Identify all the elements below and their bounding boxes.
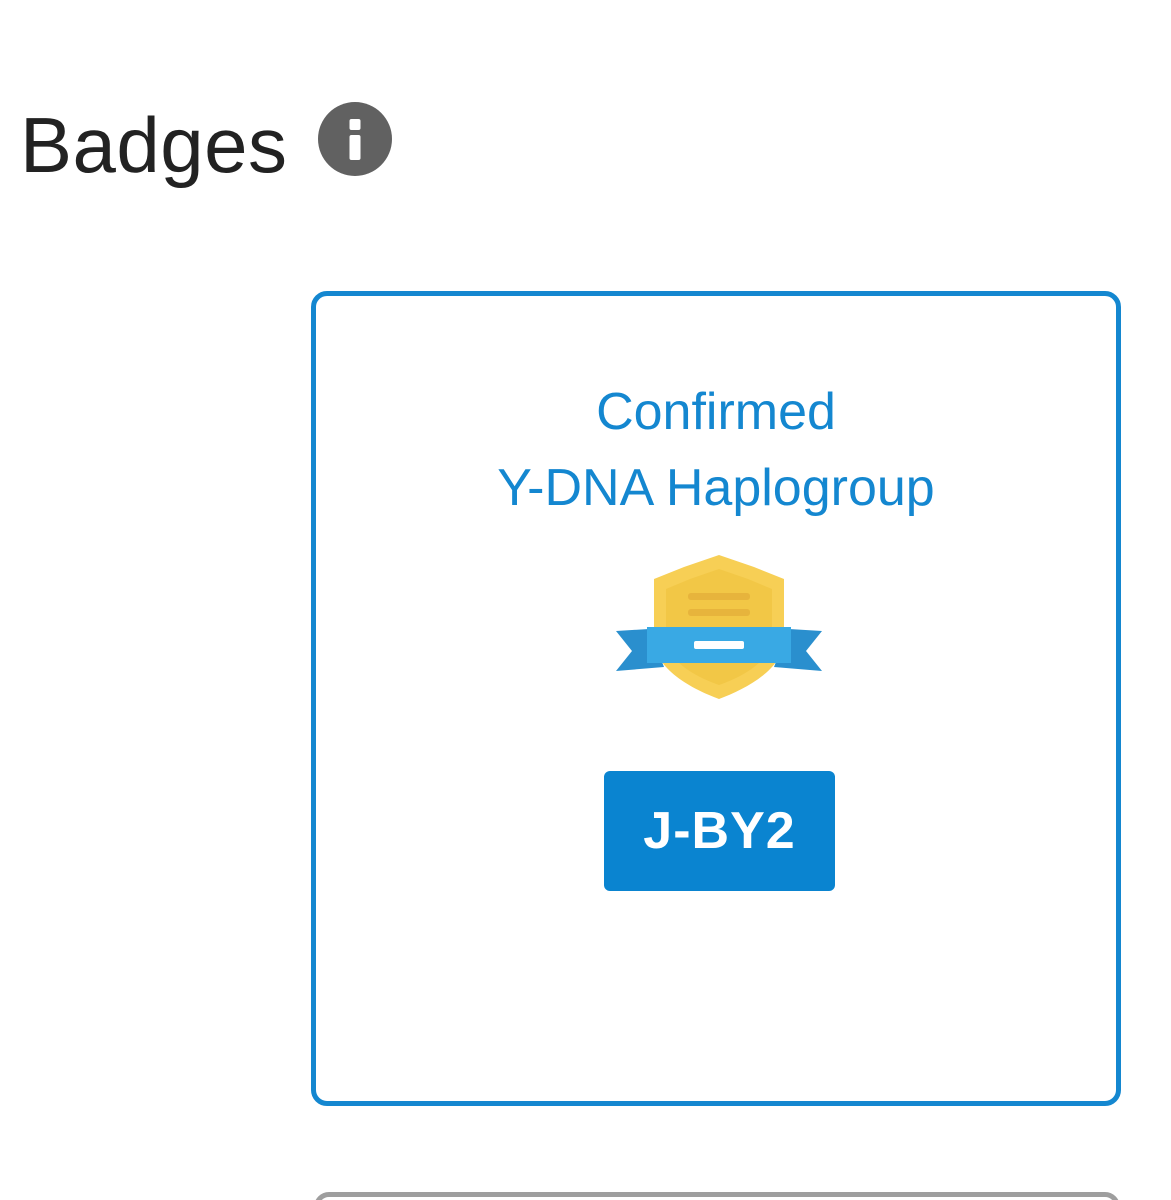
- shield-ribbon-badge-icon: [616, 555, 822, 699]
- haplogroup-badge-card[interactable]: Confirmed Y-DNA Haplogroup J-BY2: [311, 291, 1121, 1106]
- badge-title-line2: Y-DNA Haplogroup: [497, 459, 935, 517]
- badges-page: Badges Confirmed Y-DNA Haplogroup J-BY2: [0, 0, 1171, 1200]
- badge-title-line1: Confirmed: [596, 383, 836, 441]
- badges-header: Badges: [20, 95, 392, 195]
- haplogroup-pill[interactable]: J-BY2: [604, 771, 835, 891]
- info-glyph: [349, 119, 361, 160]
- info-icon[interactable]: [317, 102, 392, 176]
- badge-title: Confirmed Y-DNA Haplogroup: [316, 374, 1116, 526]
- section-title: Badges: [20, 101, 288, 189]
- next-badge-card[interactable]: [314, 1192, 1120, 1200]
